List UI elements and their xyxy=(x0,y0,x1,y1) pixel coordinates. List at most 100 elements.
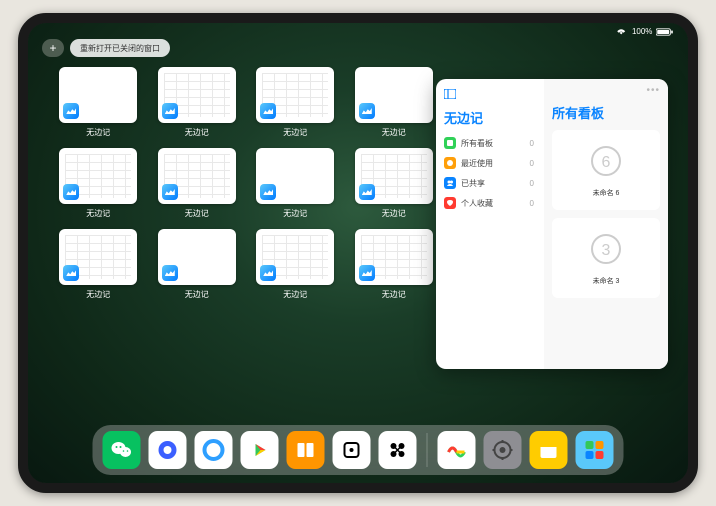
freeform-app-icon xyxy=(359,184,375,200)
ipad-frame: 100% + 重新打开已关闭的窗口 无边记无边记无边记无边记无边记无边记无边记无… xyxy=(18,13,698,493)
freeform-app-icon xyxy=(260,184,276,200)
dock-separator xyxy=(427,433,428,467)
thumbnail-label: 无边记 xyxy=(86,127,110,138)
window-thumbnail[interactable]: 无边记 xyxy=(155,148,240,219)
nav-item[interactable]: 所有看板 0 xyxy=(444,137,536,149)
thumbnail-preview xyxy=(355,148,433,204)
window-thumbnail[interactable]: 无边记 xyxy=(352,67,437,138)
thumbnail-preview xyxy=(59,148,137,204)
dock-app-app-library[interactable] xyxy=(576,431,614,469)
panel-content: ••• 所有看板 6 未命名 6 3 未命名 3 xyxy=(544,79,668,369)
nav-item[interactable]: 最近使用0 xyxy=(444,157,536,169)
board-name: 未命名 6 xyxy=(593,188,620,198)
dock-app-dice[interactable] xyxy=(333,431,371,469)
reopen-closed-window-button[interactable]: 重新打开已关闭的窗口 xyxy=(70,39,170,57)
thumbnail-preview xyxy=(158,229,236,285)
dock-app-books[interactable] xyxy=(287,431,325,469)
board-name: 未命名 3 xyxy=(593,276,620,286)
freeform-app-icon xyxy=(260,103,276,119)
thumbnail-label: 无边记 xyxy=(283,289,307,300)
nav-item[interactable]: 个人收藏 0 xyxy=(444,197,536,209)
freeform-app-icon xyxy=(63,103,79,119)
freeform-app-icon xyxy=(359,265,375,281)
more-icon[interactable]: ••• xyxy=(646,85,660,96)
window-thumbnail[interactable]: 无边记 xyxy=(253,229,338,300)
dock-app-wechat[interactable] xyxy=(103,431,141,469)
wifi-icon xyxy=(614,28,628,36)
thumbnail-label: 无边记 xyxy=(185,127,209,138)
thumbnail-preview xyxy=(355,229,433,285)
dock-app-connect[interactable] xyxy=(379,431,417,469)
thumbnail-label: 无边记 xyxy=(185,289,209,300)
freeform-app-icon xyxy=(162,103,178,119)
thumbnail-preview xyxy=(158,67,236,123)
nav-item-icon xyxy=(444,137,456,149)
window-thumbnail[interactable]: 无边记 xyxy=(56,229,141,300)
board-date xyxy=(605,286,607,292)
window-thumbnail[interactable]: 无边记 xyxy=(56,67,141,138)
sidebar-panel: 无边记 所有看板0最近使用0已共享0个人收藏0 ••• 所有看板 6未命名 6 … xyxy=(436,79,668,369)
dock xyxy=(93,425,624,475)
freeform-app-icon xyxy=(63,184,79,200)
window-thumbnail[interactable]: 无边记 xyxy=(155,67,240,138)
dock-app-browser-2[interactable] xyxy=(195,431,233,469)
nav-item-count: 0 xyxy=(530,139,534,148)
dock-app-browser-1[interactable] xyxy=(149,431,187,469)
freeform-app-icon xyxy=(63,265,79,281)
battery-icon xyxy=(656,28,674,36)
dock-app-media[interactable] xyxy=(241,431,279,469)
thumbnail-label: 无边记 xyxy=(283,127,307,138)
nav-item-icon xyxy=(444,157,456,169)
thumbnail-preview xyxy=(256,229,334,285)
thumbnail-label: 无边记 xyxy=(185,208,209,219)
freeform-app-icon xyxy=(260,265,276,281)
thumbnail-label: 无边记 xyxy=(86,208,110,219)
thumbnail-preview xyxy=(256,67,334,123)
thumbnail-preview xyxy=(355,67,433,123)
nav-item[interactable]: 已共享 0 xyxy=(444,177,536,189)
new-window-button[interactable]: + xyxy=(42,39,64,57)
board-date xyxy=(605,198,607,204)
thumbnail-label: 无边记 xyxy=(382,289,406,300)
nav-item-label: 所有看板 xyxy=(461,138,493,149)
panel-navigation: 无边记 所有看板 0 最近使用0 已共享 0 个人收藏 0 xyxy=(436,79,544,369)
freeform-app-icon xyxy=(162,184,178,200)
window-grid: 无边记无边记无边记无边记无边记无边记无边记无边记无边记无边记无边记无边记 xyxy=(56,67,436,300)
window-thumbnail[interactable]: 无边记 xyxy=(253,67,338,138)
svg-text:6: 6 xyxy=(602,154,611,171)
freeform-app-icon xyxy=(162,265,178,281)
nav-item-label: 已共享 xyxy=(461,178,485,189)
window-thumbnail[interactable]: 无边记 xyxy=(155,229,240,300)
window-thumbnail[interactable]: 无边记 xyxy=(352,229,437,300)
top-controls: + 重新打开已关闭的窗口 xyxy=(42,39,170,57)
window-thumbnail[interactable]: 无边记 xyxy=(352,148,437,219)
window-thumbnail[interactable]: 无边记 xyxy=(253,148,338,219)
panel-right-title: 所有看板 xyxy=(552,103,660,122)
freeform-app-icon xyxy=(359,103,375,119)
dock-app-notes[interactable] xyxy=(530,431,568,469)
nav-item-icon xyxy=(444,177,456,189)
thumbnail-preview xyxy=(59,67,137,123)
dock-app-settings[interactable] xyxy=(484,431,522,469)
battery-percent: 100% xyxy=(632,27,652,36)
nav-item-count: 0 xyxy=(530,179,534,188)
board-preview: 3 xyxy=(558,224,654,274)
board-card[interactable]: 6 未命名 6 xyxy=(552,130,660,210)
screen: 100% + 重新打开已关闭的窗口 无边记无边记无边记无边记无边记无边记无边记无… xyxy=(28,23,688,483)
thumbnail-label: 无边记 xyxy=(283,208,307,219)
dock-app-freeform[interactable] xyxy=(438,431,476,469)
board-preview: 6 xyxy=(558,136,654,186)
svg-text:3: 3 xyxy=(602,242,611,259)
nav-item-icon xyxy=(444,197,456,209)
thumbnail-preview xyxy=(59,229,137,285)
window-thumbnail[interactable]: 无边记 xyxy=(56,148,141,219)
board-card[interactable]: 3 未命名 3 xyxy=(552,218,660,298)
thumbnail-label: 无边记 xyxy=(86,289,110,300)
thumbnail-preview xyxy=(158,148,236,204)
thumbnail-label: 无边记 xyxy=(382,127,406,138)
nav-item-label: 个人收藏 xyxy=(461,198,493,209)
sidebar-toggle-icon[interactable] xyxy=(444,89,536,102)
thumbnail-label: 无边记 xyxy=(382,208,406,219)
nav-item-count: 0 xyxy=(530,199,534,208)
panel-title: 无边记 xyxy=(444,108,536,127)
